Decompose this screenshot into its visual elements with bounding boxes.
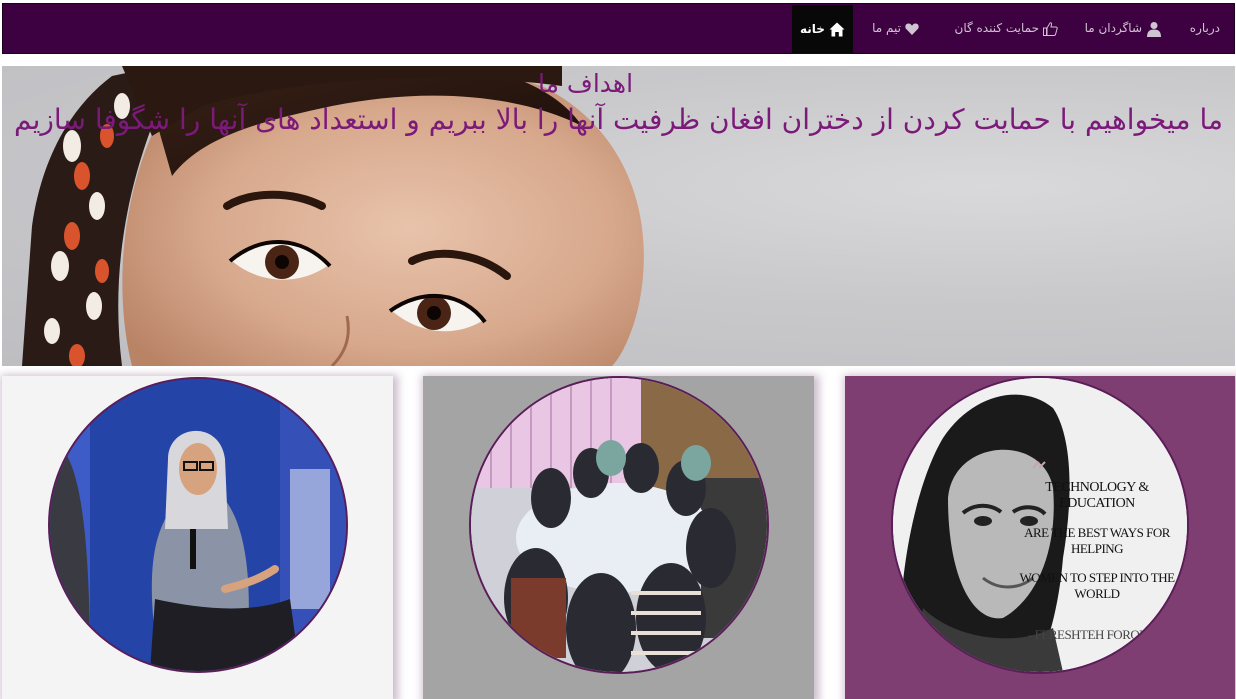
nav-supporters-label: حمایت کننده گان	[954, 21, 1040, 35]
nav-team[interactable]: تیم ما	[872, 4, 919, 53]
hero-banner: اهداف ما ما میخواهیم با حمایت کردن از دخ…	[2, 66, 1235, 366]
classroom-photo	[469, 376, 769, 674]
card-quote: TECHNOLOGY & EDUCATION ARE THE BEST WAYS…	[845, 376, 1235, 699]
speaker-photo	[48, 377, 348, 673]
nav-home-label: خانه	[800, 22, 825, 36]
nav-about[interactable]: درباره	[1190, 4, 1220, 53]
nav-team-label: تیم ما	[872, 21, 901, 35]
quote-portrait-photo: TECHNOLOGY & EDUCATION ARE THE BEST WAYS…	[891, 376, 1189, 674]
user-icon	[1146, 21, 1162, 37]
home-icon	[829, 22, 845, 37]
nav-about-label: درباره	[1189, 21, 1220, 35]
thumbs-up-icon	[1043, 21, 1058, 36]
nav-home[interactable]: خانه	[792, 5, 853, 53]
quote-line-1: TECHNOLOGY & EDUCATION	[1045, 480, 1149, 511]
nav-students-label: شاگردان ما	[1084, 21, 1142, 35]
quote-line-3: WOMEN TO STEP INTO THE WORLD	[1019, 570, 1175, 601]
quote-line-2: ARE THE BEST WAYS FOR HELPING	[1024, 525, 1170, 556]
hero-title: اهداف ما	[537, 69, 634, 98]
hero-text: اهداف ما ما میخواهیم با حمایت کردن از دخ…	[2, 66, 1235, 137]
quote-author: - FERESHTEH FOROUGH	[1028, 627, 1166, 642]
nav-supporters[interactable]: حمایت کننده گان	[955, 4, 1059, 53]
quote-block: TECHNOLOGY & EDUCATION ARE THE BEST WAYS…	[1017, 480, 1177, 643]
nav-students[interactable]: شاگردان ما	[1085, 4, 1162, 53]
card-speaker	[2, 376, 393, 699]
hero-subtitle: ما میخواهیم با حمایت کردن از دختران افغا…	[13, 103, 1223, 136]
heart-icon	[905, 23, 919, 35]
top-navbar: درباره شاگردان ما حمایت کننده گان تیم ما…	[2, 3, 1235, 54]
card-classroom	[423, 376, 814, 699]
